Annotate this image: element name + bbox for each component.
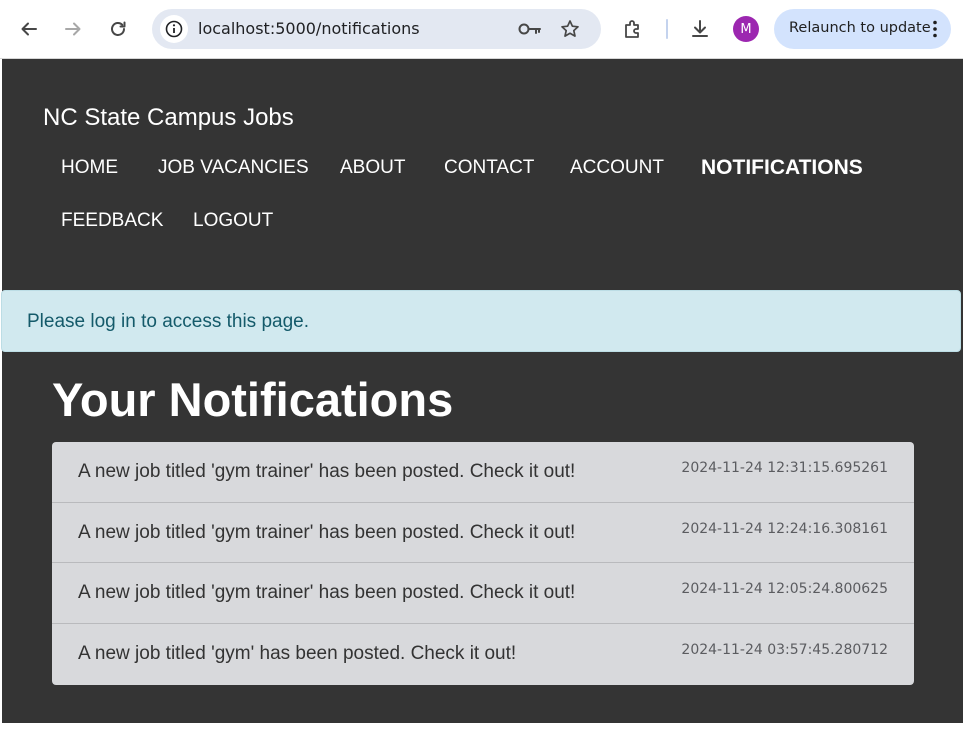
nav-logout[interactable]: LOGOUT [193,210,273,232]
browser-toolbar: localhost:5000/notifications M Relaunch … [0,0,963,59]
alert-message: Please log in to access this page. [27,311,310,332]
nav-about[interactable]: ABOUT [340,157,405,179]
nav-account[interactable]: ACCOUNT [570,157,664,179]
notification-text: A new job titled 'gym trainer' has been … [78,522,576,543]
address-bar[interactable]: localhost:5000/notifications [152,9,601,49]
reload-icon[interactable] [101,12,135,46]
more-vert-icon[interactable] [933,20,937,38]
site-brand[interactable]: NC State Campus Jobs [43,104,294,132]
relaunch-button[interactable]: Relaunch to update [774,9,951,49]
site-container: NC State Campus Jobs HOME JOB VACANCIES … [2,59,963,723]
forward-arrow-icon[interactable] [56,12,90,46]
notification-text: A new job titled 'gym' has been posted. … [78,643,517,664]
notification-item: A new job titled 'gym trainer' has been … [52,562,914,623]
notification-timestamp: 2024-11-24 12:05:24.800625 [681,581,888,597]
notification-timestamp: 2024-11-24 12:24:16.308161 [681,521,888,537]
site-info-icon[interactable] [160,15,188,43]
back-arrow-icon[interactable] [12,12,46,46]
login-alert: Please log in to access this page. [1,290,961,352]
notification-text: A new job titled 'gym trainer' has been … [78,461,576,482]
notification-text: A new job titled 'gym trainer' has been … [78,582,576,603]
notification-item: A new job titled 'gym' has been posted. … [52,623,914,685]
notification-item: A new job titled 'gym trainer' has been … [52,502,914,562]
extensions-puzzle-icon[interactable] [616,12,650,46]
profile-avatar[interactable]: M [733,16,759,42]
url-text[interactable]: localhost:5000/notifications [198,19,420,38]
nav-contact[interactable]: CONTACT [444,157,534,179]
notification-timestamp: 2024-11-24 12:31:15.695261 [681,460,888,476]
page-viewport: NC State Campus Jobs HOME JOB VACANCIES … [0,59,963,736]
nav-feedback[interactable]: FEEDBACK [61,210,163,232]
bookmark-star-icon[interactable] [560,19,580,39]
page-title: Your Notifications [52,373,454,426]
notification-timestamp: 2024-11-24 03:57:45.280712 [681,642,888,658]
nav-job-vacancies[interactable]: JOB VACANCIES [158,157,309,179]
relaunch-label: Relaunch to update [789,20,931,36]
nav-home[interactable]: HOME [61,157,118,179]
toolbar-separator [666,19,668,39]
download-icon[interactable] [683,12,717,46]
nav-notifications[interactable]: NOTIFICATIONS [701,156,863,180]
notification-list: A new job titled 'gym trainer' has been … [52,442,914,685]
password-key-icon[interactable] [518,20,542,38]
notification-item: A new job titled 'gym trainer' has been … [52,442,914,502]
